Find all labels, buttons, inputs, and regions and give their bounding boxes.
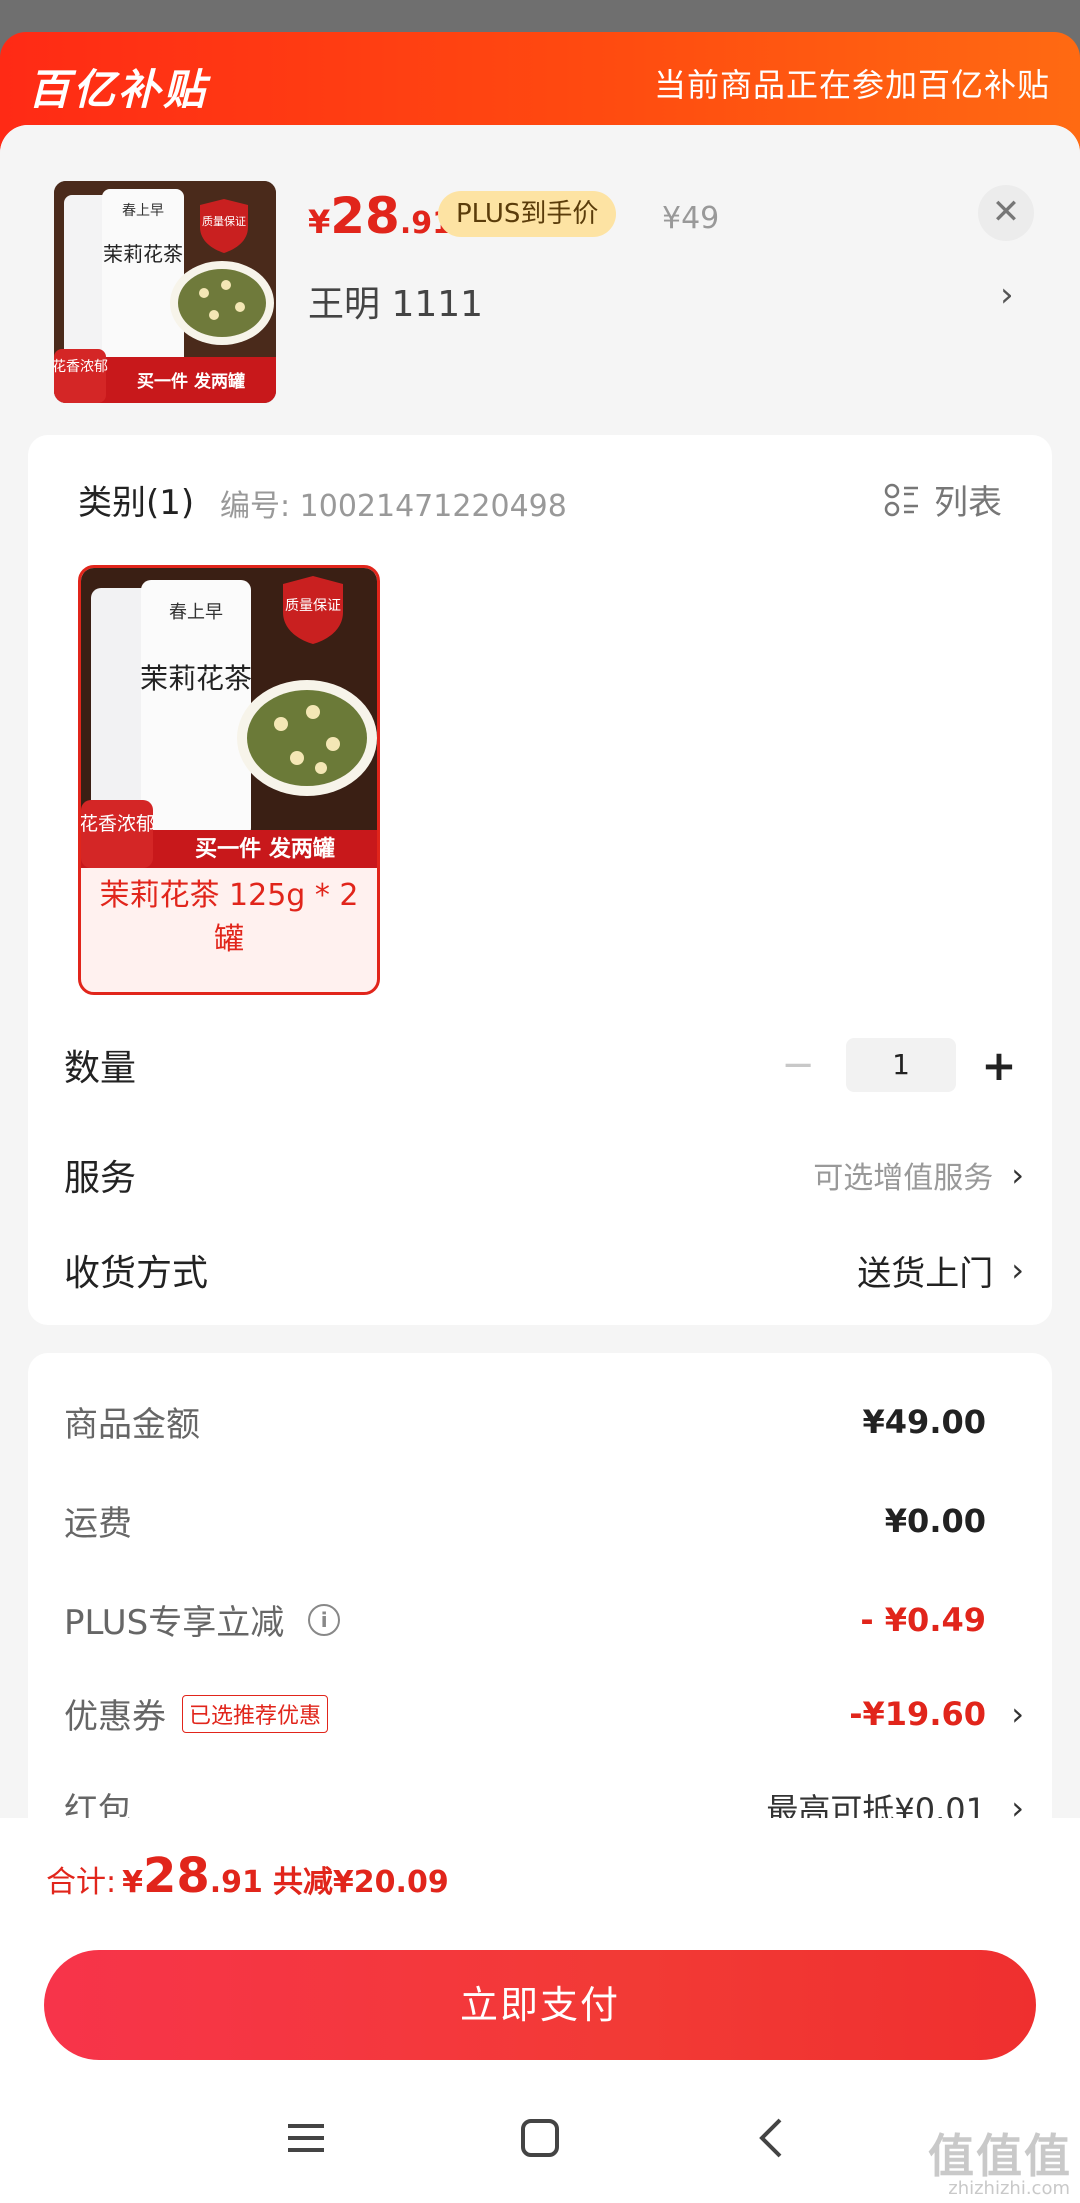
coupon-label: 优惠券 — [64, 1697, 166, 1737]
category-title: 类别(1) — [78, 483, 195, 523]
plus-discount-label: PLUS专享立减 — [64, 1603, 285, 1643]
list-view-toggle[interactable]: 列表 — [884, 475, 1002, 524]
total-integer: 28 — [142, 1848, 210, 1904]
quantity-stepper: − 1 + — [768, 1038, 1024, 1092]
thumb-promo: 买一件 发两罐 — [137, 371, 245, 392]
list-label: 列表 — [934, 483, 1002, 523]
fee-card: 商品金额 ¥49.00 运费 ¥0.00 PLUS专享立减 i - ¥0.49 … — [28, 1353, 1052, 1873]
variant-name: 茉莉花茶 — [140, 662, 252, 695]
thumb-name: 茉莉花茶 — [103, 242, 183, 266]
plus-price-tag: PLUS到手价 — [438, 191, 617, 237]
pay-now-button[interactable]: 立即支付 — [44, 1950, 1036, 2060]
plus-discount-value: - ¥0.49 — [860, 1600, 986, 1639]
variant-image: 春上早 茉莉花茶 质量保证 花香浓郁 买一件 发两罐 — [81, 568, 377, 868]
home-icon[interactable] — [510, 2108, 570, 2168]
quantity-label: 数量 — [64, 1048, 137, 1089]
shipping-row: 运费 ¥0.00 — [64, 1496, 1024, 1545]
chevron-right-icon: › — [1011, 1156, 1024, 1194]
watermark-url: zhizhizhi.com — [948, 2178, 1070, 2199]
goods-amount-label: 商品金额 — [64, 1405, 200, 1445]
variant-brand: 春上早 — [169, 602, 223, 623]
product-price: ¥ 28 .91 — [308, 187, 453, 247]
service-label: 服务 — [64, 1158, 137, 1199]
thumb-brand: 春上早 — [122, 203, 164, 219]
chevron-right-icon: › — [1011, 1251, 1024, 1289]
thumb-badge: 质量保证 — [202, 214, 246, 228]
total-symbol: ¥ — [122, 1865, 143, 1900]
variant-corner: 花香浓郁 — [81, 813, 155, 835]
system-nav-bar — [0, 2080, 1080, 2203]
chevron-right-icon: › — [1011, 1694, 1024, 1733]
quantity-row: 数量 − 1 + — [64, 1030, 1024, 1100]
product-number: 编号: 10021471220498 — [220, 489, 567, 524]
total-label: 合计: — [46, 1865, 117, 1900]
coupon-value: -¥19.60 — [849, 1694, 986, 1733]
subsidy-logo: 百亿补贴 — [28, 65, 209, 114]
shipping-value: ¥0.00 — [884, 1501, 986, 1540]
coupon-row[interactable]: 优惠券 已选推荐优惠 -¥19.60 › — [64, 1689, 1024, 1738]
decrease-button[interactable]: − — [768, 1042, 828, 1088]
total-bar: 合计: ¥ 28 .91 共减¥20.09 — [0, 1818, 1080, 1938]
watermark-logo: 值值值 — [928, 2129, 1072, 2183]
coupon-tag: 已选推荐优惠 — [182, 1694, 329, 1733]
service-row[interactable]: 服务 可选增值服务 › — [64, 1140, 1024, 1210]
subsidy-notice: 当前商品正在参加百亿补贴 — [653, 66, 1050, 104]
quantity-input[interactable]: 1 — [846, 1038, 956, 1092]
delivery-value: 送货上门 — [857, 1253, 994, 1294]
chevron-right-icon[interactable]: › — [1000, 275, 1014, 315]
shipping-label: 运费 — [64, 1504, 132, 1544]
price-integer: 28 — [330, 187, 400, 245]
thumb-corner: 花香浓郁 — [54, 359, 108, 375]
list-icon — [884, 483, 918, 516]
original-price: ¥49 — [662, 201, 720, 236]
total-amount: 合计: ¥ 28 .91 共减¥20.09 — [46, 1848, 449, 1904]
goods-amount-value: ¥49.00 — [862, 1402, 986, 1441]
variant-badge: 质量保证 — [285, 598, 341, 614]
goods-amount-row: 商品金额 ¥49.00 — [64, 1397, 1024, 1446]
service-value: 可选增值服务 — [813, 1161, 994, 1196]
close-button[interactable]: ✕ — [978, 185, 1034, 241]
spec-card: 类别(1) 编号: 10021471220498 列表 春上早 茉莉花茶 质量保… — [28, 435, 1052, 1325]
plus-discount-row: PLUS专享立减 i - ¥0.49 — [64, 1595, 1024, 1644]
info-icon[interactable]: i — [308, 1603, 341, 1636]
delivery-label: 收货方式 — [64, 1253, 209, 1294]
menu-icon[interactable] — [276, 2108, 336, 2168]
variant-option-selected[interactable]: 春上早 茉莉花茶 质量保证 花香浓郁 买一件 发两罐 茉莉花茶 125g * 2… — [78, 565, 380, 995]
total-decimal: .91 — [209, 1865, 263, 1900]
product-header: 春上早 茉莉花茶 质量保证 花香浓郁 买一件 发两罐 ¥ 28 .91 PLUS… — [0, 125, 1080, 435]
back-icon[interactable] — [742, 2108, 802, 2168]
delivery-row[interactable]: 收货方式 送货上门 › — [64, 1235, 1024, 1305]
address-selector[interactable]: 王明 1111 — [308, 275, 483, 327]
variant-label: 茉莉花茶 125g * 2罐 — [99, 878, 359, 957]
total-saved: 共减¥20.09 — [272, 1865, 449, 1900]
increase-button[interactable]: + — [974, 1041, 1024, 1090]
product-thumbnail: 春上早 茉莉花茶 质量保证 花香浓郁 买一件 发两罐 — [54, 181, 276, 403]
variant-promo: 买一件 发两罐 — [195, 836, 335, 862]
price-symbol: ¥ — [308, 203, 331, 241]
close-icon: ✕ — [991, 192, 1021, 232]
